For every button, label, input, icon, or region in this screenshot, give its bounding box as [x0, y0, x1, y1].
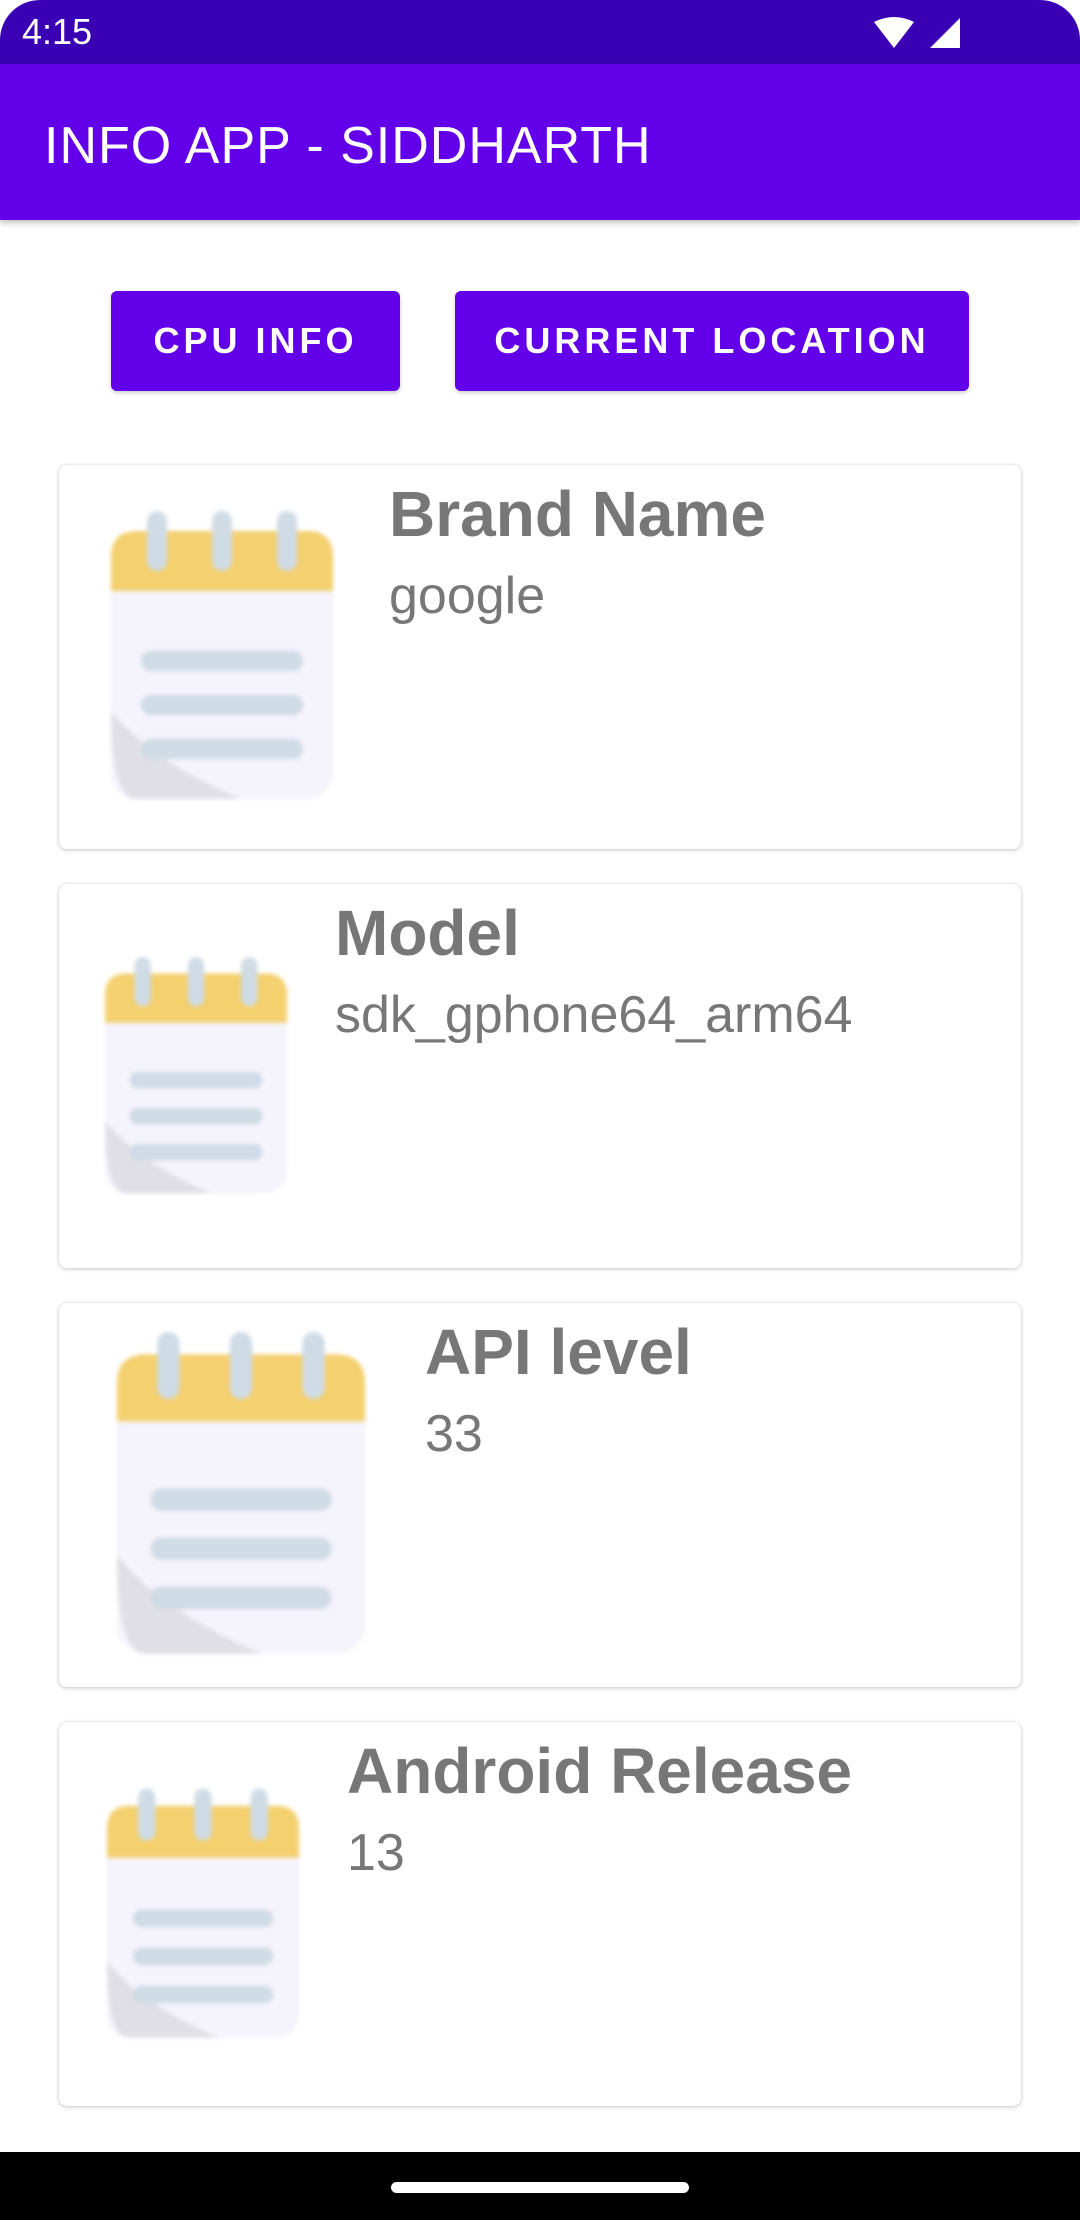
card-value: 33	[425, 1405, 483, 1463]
app-bar: INFO APP - SIDDHARTH	[0, 64, 1080, 220]
card-value: 13	[347, 1824, 405, 1882]
info-card-brand: Brand Name google	[59, 465, 1021, 849]
current-location-button[interactable]: CURRENT LOCATION	[455, 291, 969, 391]
card-label: Android Release	[347, 1735, 853, 1807]
card-label: Brand Name	[389, 478, 766, 550]
navigation-bar	[0, 2152, 1080, 2220]
home-gesture-handle[interactable]	[391, 2182, 689, 2193]
card-label: Model	[335, 897, 520, 969]
status-time: 4:15	[22, 11, 93, 52]
status-bar: 4:15	[0, 0, 1080, 64]
card-value: sdk_gphone64_arm64	[335, 986, 853, 1044]
notepad-icon	[107, 1788, 299, 2038]
notepad-icon	[117, 1332, 365, 1654]
info-card-model: Model sdk_gphone64_arm64	[59, 884, 1021, 1268]
info-card-android-release: Android Release 13	[59, 1722, 1021, 2106]
notepad-icon	[111, 511, 333, 799]
info-card-api-level: API level 33	[59, 1303, 1021, 1687]
notepad-icon	[105, 957, 287, 1194]
cpu-info-button[interactable]: CPU INFO	[111, 291, 400, 391]
cell-signal-icon	[930, 18, 960, 48]
card-label: API level	[425, 1316, 692, 1388]
app-title: INFO APP - SIDDHARTH	[44, 117, 652, 175]
wifi-icon	[874, 17, 914, 48]
card-value: google	[389, 567, 546, 625]
status-icons	[874, 17, 960, 48]
